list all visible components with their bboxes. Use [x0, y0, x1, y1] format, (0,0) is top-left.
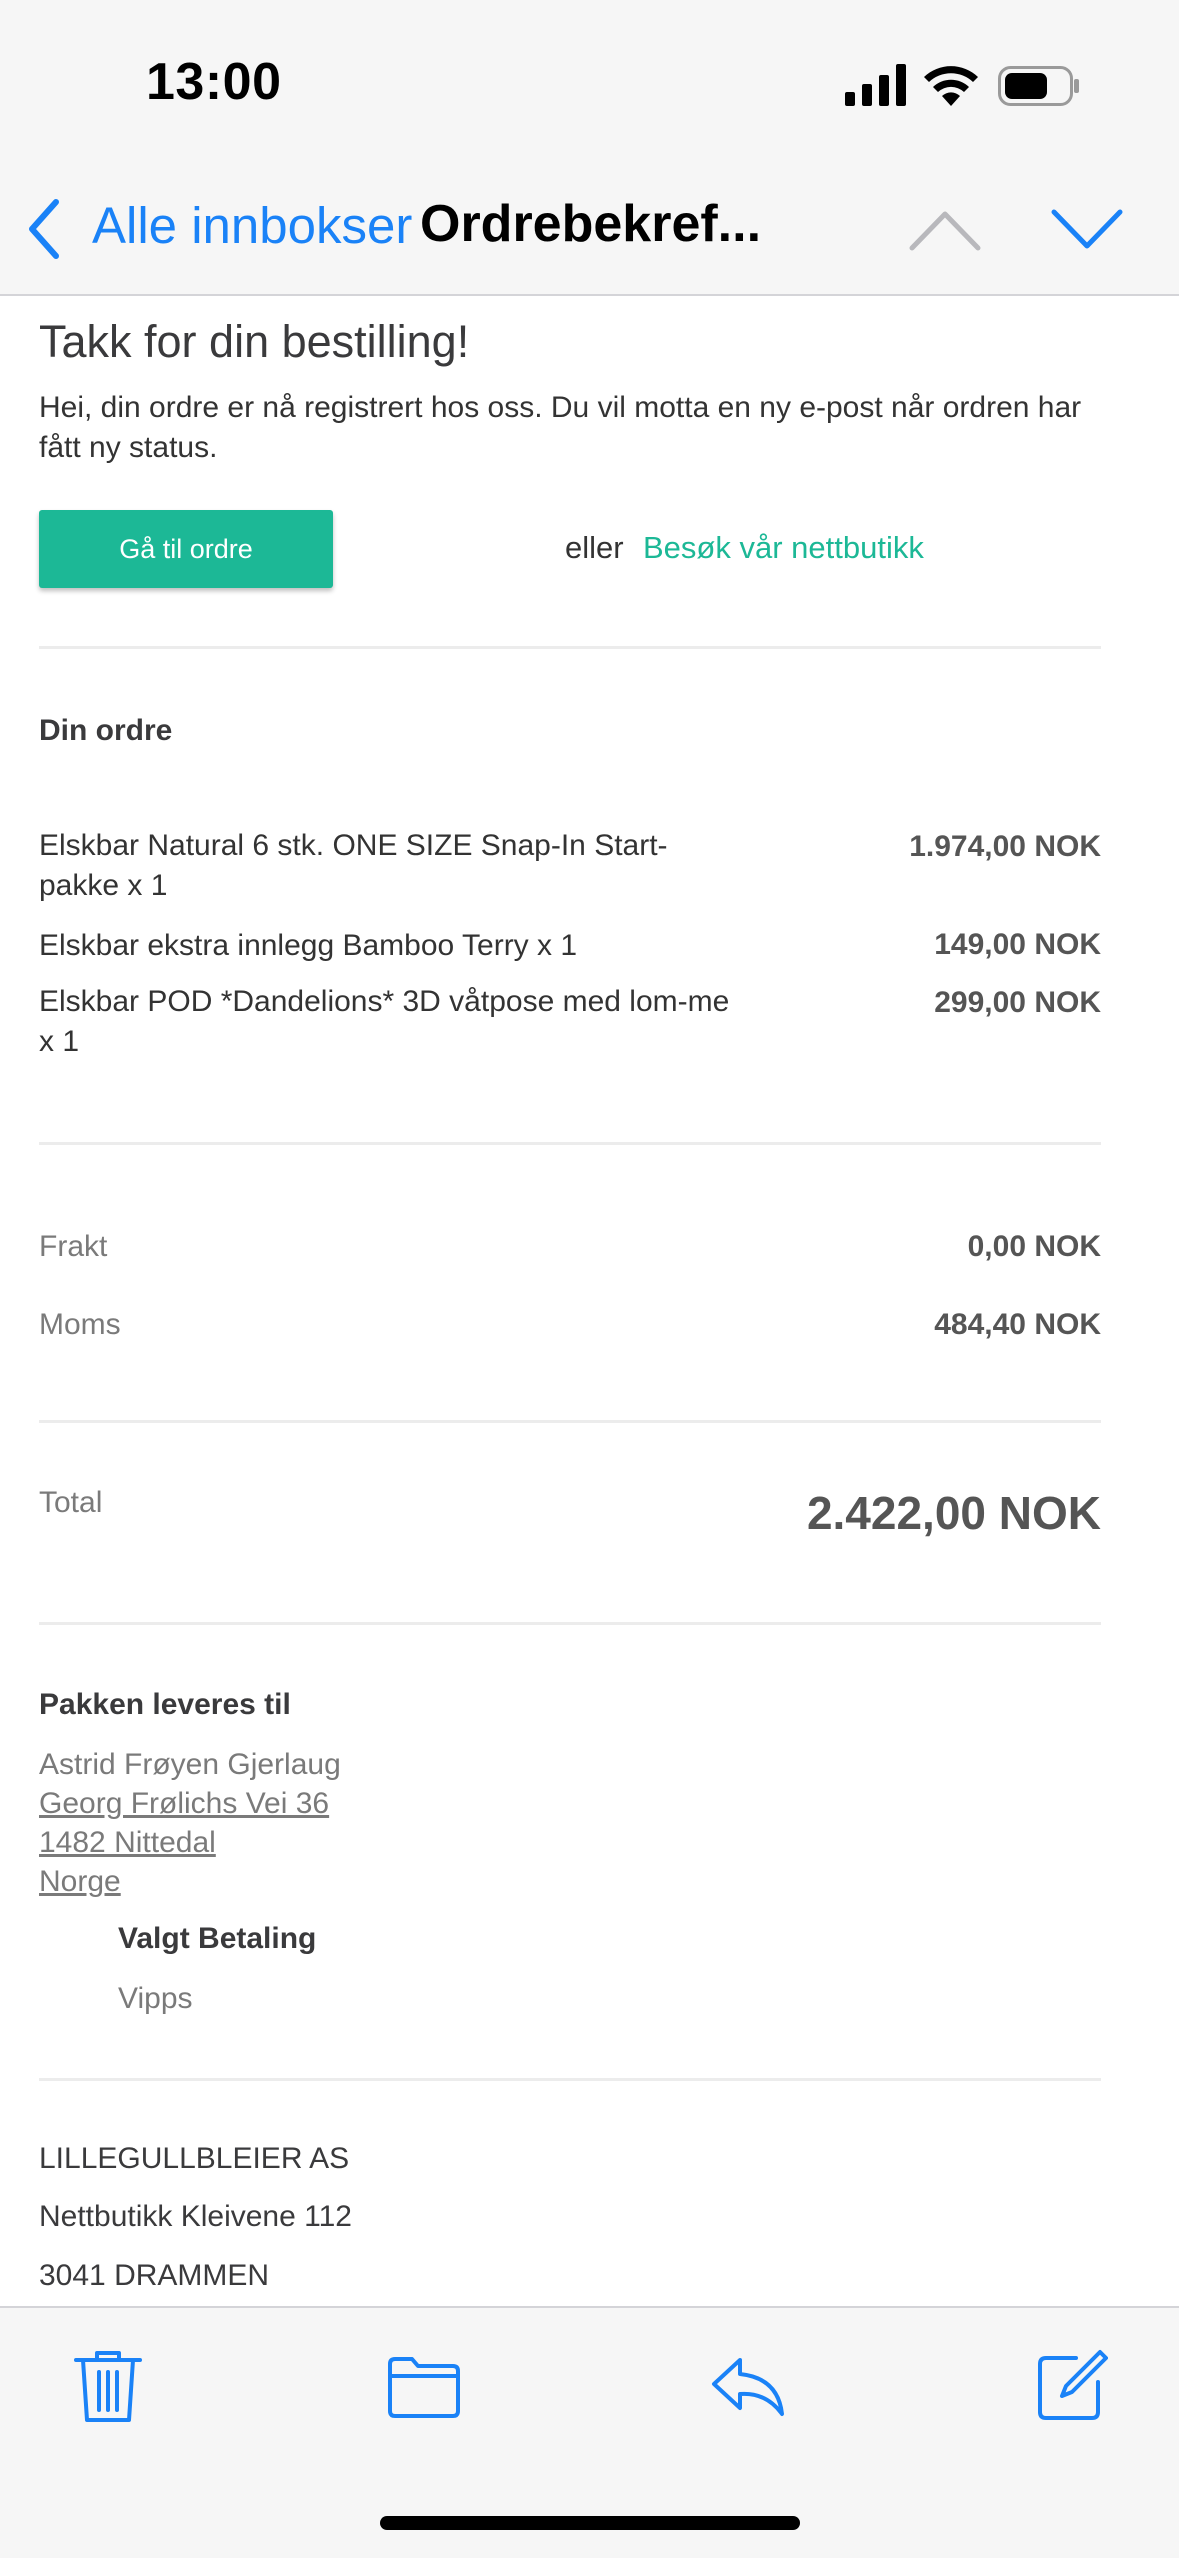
email-heading: Takk for din bestilling!	[39, 316, 470, 367]
divider	[39, 1420, 1101, 1423]
folder-icon[interactable]	[386, 2348, 462, 2424]
shipping-label: Frakt	[39, 1230, 108, 1263]
divider	[39, 1142, 1101, 1145]
reply-icon[interactable]	[710, 2348, 786, 2424]
order-item-price: 1.974,00 NOK	[909, 830, 1101, 863]
delivery-country-link[interactable]: Norge	[39, 1865, 121, 1899]
back-button-label[interactable]: Alle innbokser	[92, 196, 412, 255]
go-to-order-button[interactable]: Gå til ordre	[39, 510, 333, 588]
shipping-value: 0,00 NOK	[967, 1230, 1101, 1263]
total-label: Total	[39, 1486, 103, 1519]
company-name: LILLEGULLBLEIER AS	[39, 2142, 350, 2175]
order-item-price: 299,00 NOK	[934, 986, 1101, 1019]
company-address: Nettbutikk Kleivene 112	[39, 2200, 352, 2233]
vat-label: Moms	[39, 1308, 121, 1341]
trash-icon[interactable]	[70, 2348, 146, 2424]
visit-webshop-link[interactable]: Besøk vår nettbutikk	[643, 530, 924, 566]
wifi-icon	[924, 66, 978, 106]
payment-method: Vipps	[118, 1982, 193, 2015]
email-intro-text: Hei, din ordre er nå registrert hos oss.…	[39, 391, 1082, 464]
status-time: 13:00	[146, 53, 282, 111]
battery-icon	[998, 66, 1079, 106]
vat-value: 484,40 NOK	[934, 1308, 1101, 1341]
previous-message-icon[interactable]	[906, 206, 984, 254]
delivery-street-link[interactable]: Georg Frølichs Vei 36	[39, 1787, 329, 1821]
divider	[39, 646, 1101, 649]
or-text: eller	[565, 530, 624, 565]
order-item-name: Elskbar ekstra innlegg Bamboo Terry x 1	[39, 929, 578, 962]
order-item-price: 149,00 NOK	[934, 928, 1101, 961]
home-indicator	[380, 2516, 800, 2530]
company-city: 3041 DRAMMEN	[39, 2259, 270, 2292]
compose-icon[interactable]	[1032, 2348, 1108, 2424]
divider	[39, 2078, 1101, 2081]
order-item-name: Elskbar POD *Dandelions* 3D våtpose med …	[39, 985, 730, 1058]
delivery-name: Astrid Frøyen Gjerlaug	[39, 1748, 341, 1781]
mail-nav-bar: Alle innbokser Ordrebekref...	[0, 170, 1179, 296]
status-bar: 13:00	[0, 0, 1179, 170]
delivery-city-link[interactable]: 1482 Nittedal	[39, 1826, 216, 1860]
email-subject-title: Ordrebekref...	[420, 195, 762, 253]
delivery-section-title: Pakken leveres til	[39, 1688, 291, 1721]
order-item-name: Elskbar Natural 6 stk. ONE SIZE Snap-In …	[39, 829, 668, 902]
divider	[39, 1622, 1101, 1625]
back-chevron-icon[interactable]	[26, 198, 62, 260]
cellular-signal-icon	[845, 64, 906, 106]
payment-section-title: Valgt Betaling	[118, 1922, 317, 1955]
order-section-title: Din ordre	[39, 714, 173, 747]
next-message-icon[interactable]	[1048, 206, 1126, 254]
total-value: 2.422,00 NOK	[806, 1487, 1101, 1539]
